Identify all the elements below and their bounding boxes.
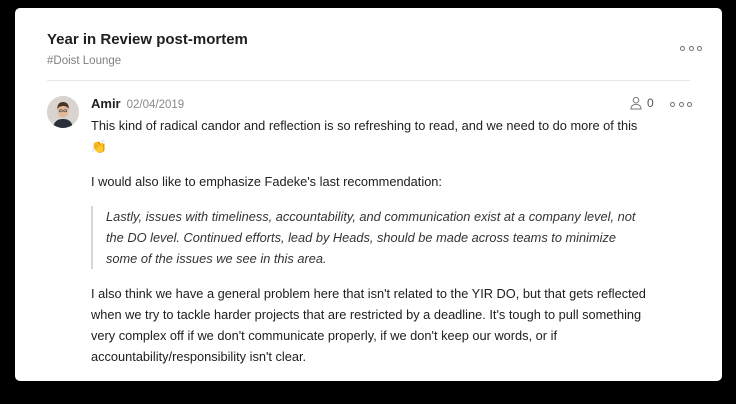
comment-date: 02/04/2019 — [126, 99, 185, 111]
comment-paragraph: This kind of radical candor and reflecti… — [91, 118, 638, 154]
comment-more-icon[interactable] — [670, 96, 692, 112]
comment-body: This kind of radical candor and reflecti… — [91, 115, 647, 381]
thread-card: Year in Review post-mortem #Doist Lounge… — [15, 8, 722, 381]
avatar[interactable] — [47, 96, 79, 128]
comment-paragraph: I would also like to emphasize Fadeke's … — [91, 174, 442, 189]
comment-author[interactable]: Amir — [91, 96, 121, 111]
comment-paragraph: I also think we have a general problem h… — [91, 286, 646, 364]
reaction-count: 0 — [647, 96, 654, 110]
thread-more-icon[interactable] — [680, 40, 702, 56]
reaction-button[interactable]: 0 — [629, 96, 654, 110]
comment-quote: Lastly, issues with timeliness, accounta… — [91, 206, 647, 269]
person-icon — [630, 96, 642, 110]
comment-meta: Amir 02/04/2019 — [91, 96, 184, 111]
thread-title: Year in Review post-mortem — [47, 31, 248, 48]
channel-link[interactable]: #Doist Lounge — [47, 55, 121, 67]
thread-header: Year in Review post-mortem #Doist Lounge — [47, 8, 702, 81]
